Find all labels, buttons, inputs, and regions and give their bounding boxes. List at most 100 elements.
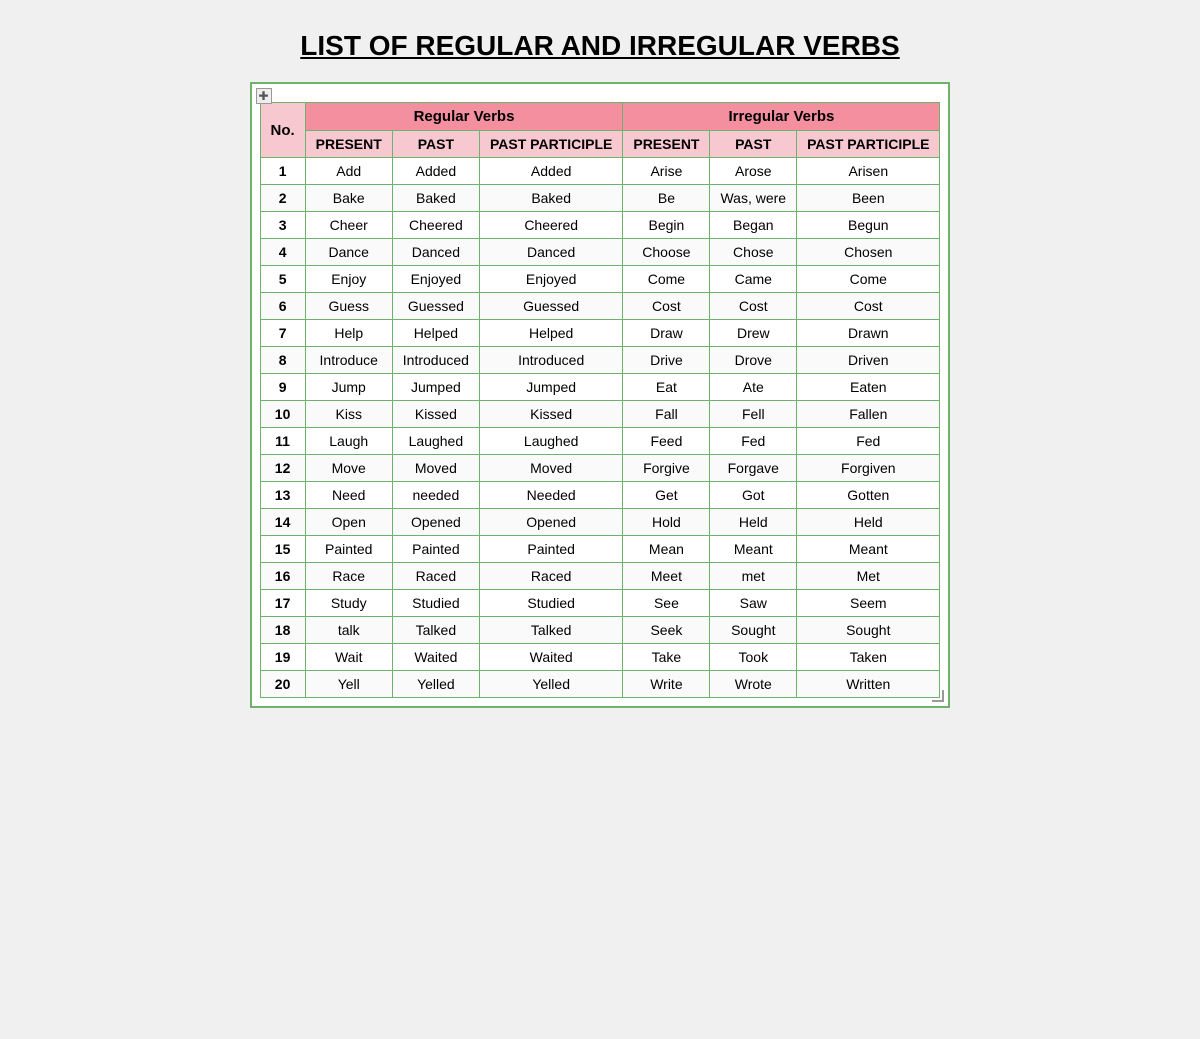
cell-reg-present: Wait (305, 644, 392, 671)
cell-reg-past: Cheered (392, 212, 479, 239)
cell-no: 6 (260, 293, 305, 320)
cell-reg-present: Move (305, 455, 392, 482)
table-row: 10 Kiss Kissed Kissed Fall Fell Fallen (260, 401, 940, 428)
cell-irr-past: Sought (710, 617, 797, 644)
cell-reg-past: Moved (392, 455, 479, 482)
cell-no: 4 (260, 239, 305, 266)
cell-reg-present: Study (305, 590, 392, 617)
table-row: 12 Move Moved Moved Forgive Forgave Forg… (260, 455, 940, 482)
table-row: 9 Jump Jumped Jumped Eat Ate Eaten (260, 374, 940, 401)
cell-no: 14 (260, 509, 305, 536)
resize-handle[interactable] (932, 690, 944, 702)
table-row: 18 talk Talked Talked Seek Sought Sought (260, 617, 940, 644)
cell-reg-present: Cheer (305, 212, 392, 239)
regular-verbs-header: Regular Verbs (305, 103, 623, 131)
no-header: No. (260, 103, 305, 158)
page-title: LIST OF REGULAR AND IRREGULAR VERBS (300, 30, 899, 62)
cell-irr-pp: Begun (797, 212, 940, 239)
cell-irr-past: Drove (710, 347, 797, 374)
table-row: 1 Add Added Added Arise Arose Arisen (260, 158, 940, 185)
cell-irr-past: met (710, 563, 797, 590)
table-wrapper: ✚ No. Regular Verbs Irregular Verbs PRES… (250, 82, 951, 708)
cell-irr-present: See (623, 590, 710, 617)
table-row: 11 Laugh Laughed Laughed Feed Fed Fed (260, 428, 940, 455)
cell-irr-pp: Arisen (797, 158, 940, 185)
cell-irr-pp: Fallen (797, 401, 940, 428)
cell-reg-pp: Waited (479, 644, 622, 671)
cell-reg-past: Kissed (392, 401, 479, 428)
cell-no: 18 (260, 617, 305, 644)
cell-irr-present: Arise (623, 158, 710, 185)
cell-irr-past: Came (710, 266, 797, 293)
cell-reg-past: Baked (392, 185, 479, 212)
irregular-verbs-header: Irregular Verbs (623, 103, 940, 131)
cell-reg-present: Race (305, 563, 392, 590)
table-row: 3 Cheer Cheered Cheered Begin Began Begu… (260, 212, 940, 239)
cell-irr-past: Got (710, 482, 797, 509)
cell-no: 9 (260, 374, 305, 401)
cell-reg-present: Laugh (305, 428, 392, 455)
move-handle[interactable]: ✚ (256, 88, 272, 104)
cell-reg-pp: Moved (479, 455, 622, 482)
table-row: 4 Dance Danced Danced Choose Chose Chose… (260, 239, 940, 266)
cell-reg-present: Enjoy (305, 266, 392, 293)
cell-irr-pp: Come (797, 266, 940, 293)
cell-reg-present: Jump (305, 374, 392, 401)
cell-irr-pp: Met (797, 563, 940, 590)
cell-irr-present: Be (623, 185, 710, 212)
cell-no: 8 (260, 347, 305, 374)
cell-reg-pp: Added (479, 158, 622, 185)
table-row: 16 Race Raced Raced Meet met Met (260, 563, 940, 590)
cell-irr-pp: Fed (797, 428, 940, 455)
cell-reg-past: Guessed (392, 293, 479, 320)
cell-irr-present: Draw (623, 320, 710, 347)
cell-irr-past: Saw (710, 590, 797, 617)
cell-irr-past: Cost (710, 293, 797, 320)
cell-irr-present: Cost (623, 293, 710, 320)
cell-reg-past: Opened (392, 509, 479, 536)
cell-reg-past: Enjoyed (392, 266, 479, 293)
cell-reg-past: Danced (392, 239, 479, 266)
table-row: 8 Introduce Introduced Introduced Drive … (260, 347, 940, 374)
irr-pp-header: PAST PARTICIPLE (797, 131, 940, 158)
cell-reg-pp: Jumped (479, 374, 622, 401)
cell-irr-past: Fell (710, 401, 797, 428)
cell-irr-pp: Seem (797, 590, 940, 617)
cell-reg-past: Waited (392, 644, 479, 671)
cell-no: 5 (260, 266, 305, 293)
cell-irr-pp: Sought (797, 617, 940, 644)
irr-present-header: PRESENT (623, 131, 710, 158)
cell-irr-pp: Driven (797, 347, 940, 374)
cell-no: 16 (260, 563, 305, 590)
table-row: 5 Enjoy Enjoyed Enjoyed Come Came Come (260, 266, 940, 293)
cell-irr-past: Forgave (710, 455, 797, 482)
table-row: 13 Need needed Needed Get Got Gotten (260, 482, 940, 509)
table-row: 20 Yell Yelled Yelled Write Wrote Writte… (260, 671, 940, 698)
cell-reg-past: Yelled (392, 671, 479, 698)
table-row: 17 Study Studied Studied See Saw Seem (260, 590, 940, 617)
cell-reg-present: Bake (305, 185, 392, 212)
cell-reg-pp: Opened (479, 509, 622, 536)
cell-reg-past: Introduced (392, 347, 479, 374)
cell-no: 11 (260, 428, 305, 455)
cell-reg-pp: Laughed (479, 428, 622, 455)
cell-reg-past: needed (392, 482, 479, 509)
cell-no: 19 (260, 644, 305, 671)
cell-irr-pp: Cost (797, 293, 940, 320)
cell-reg-pp: Studied (479, 590, 622, 617)
cell-no: 13 (260, 482, 305, 509)
cell-irr-pp: Meant (797, 536, 940, 563)
table-row: 14 Open Opened Opened Hold Held Held (260, 509, 940, 536)
cell-reg-pp: Kissed (479, 401, 622, 428)
cell-reg-present: Painted (305, 536, 392, 563)
cell-irr-pp: Held (797, 509, 940, 536)
cell-irr-past: Was, were (710, 185, 797, 212)
cell-reg-pp: Guessed (479, 293, 622, 320)
cell-reg-present: Dance (305, 239, 392, 266)
cell-irr-pp: Chosen (797, 239, 940, 266)
cell-no: 2 (260, 185, 305, 212)
reg-past-header: PAST (392, 131, 479, 158)
irr-past-header: PAST (710, 131, 797, 158)
table-row: 15 Painted Painted Painted Mean Meant Me… (260, 536, 940, 563)
cell-irr-present: Fall (623, 401, 710, 428)
